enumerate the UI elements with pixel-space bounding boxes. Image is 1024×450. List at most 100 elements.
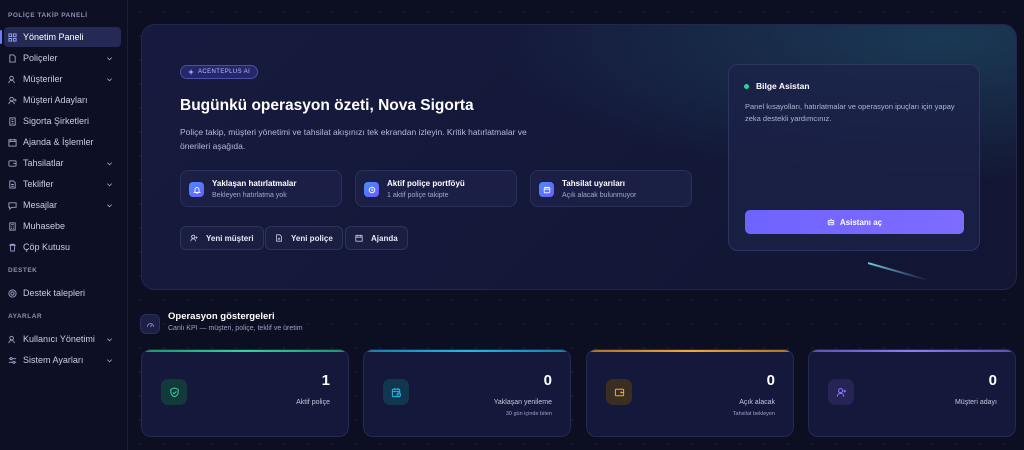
kpi-accent-bar: [142, 350, 348, 352]
online-status-dot: [744, 84, 749, 89]
kpi-label: Yaklaşan yenileme: [493, 399, 552, 406]
sidebar-item-collections[interactable]: Tahsilatlar: [4, 153, 121, 173]
kpi-label: Aktif poliçe: [296, 399, 330, 406]
operations-title: Operasyon göstergeleri: [168, 311, 275, 322]
sidebar-item-label: Müşteri Adayları: [23, 95, 88, 105]
sidebar-item-label: Mesajlar: [23, 200, 58, 210]
sidebar-item-label: Ajanda & İşlemler: [23, 137, 94, 147]
sparkle-icon: [188, 69, 194, 75]
card-title: Yaklaşan hatırlatmalar: [212, 179, 297, 188]
sidebar-item-user-management[interactable]: Kullanıcı Yönetimi: [4, 329, 121, 349]
ai-badge: ACENTEPLUS AI: [180, 65, 259, 79]
kpi-sublabel: Tahsilat bekleyen: [732, 411, 775, 417]
document-icon: [8, 53, 17, 63]
button-label: Yeni poliçe: [291, 233, 333, 243]
card-subtitle: Bekleyen hatırlatma yok: [212, 192, 287, 199]
user-plus-icon: [190, 234, 198, 242]
sidebar-item-insurers[interactable]: Sigorta Şirketleri: [4, 111, 121, 131]
sidebar-item-policies[interactable]: Poliçeler: [4, 48, 121, 68]
sidebar-item-label: Muhasebe: [23, 221, 66, 231]
wallet-icon: [606, 379, 632, 405]
support-icon: [8, 288, 17, 298]
agenda-button[interactable]: Ajanda: [345, 226, 408, 250]
sidebar-item-label: Sistem Ayarları: [23, 355, 84, 365]
bell-icon: [189, 182, 204, 197]
kpi-label: Müşteri adayı: [954, 399, 997, 406]
sidebar-item-agenda[interactable]: Ajanda & İşlemler: [4, 132, 121, 152]
kpi-card-leads[interactable]: 0 Müşteri adayı: [808, 349, 1016, 437]
kpi-value: 0: [766, 372, 775, 389]
users-icon: [8, 335, 17, 344]
shield-check-icon: [161, 379, 187, 405]
gauge-icon: [140, 314, 160, 334]
assistant-description: Panel kısayolları, hatırlatmalar ve oper…: [745, 102, 955, 123]
badge-label: ACENTEPLUS AI: [198, 69, 251, 75]
assistant-panel: Bilge Asistan Panel kısayolları, hatırla…: [728, 64, 980, 251]
card-subtitle: 1 aktif poliçe takipte: [387, 192, 449, 199]
sidebar-item-label: Tahsilatlar: [23, 158, 64, 168]
building-icon: [8, 116, 17, 126]
clock-icon: [364, 182, 379, 197]
active-policies-card[interactable]: Aktif poliçe portföyü 1 aktif poliçe tak…: [355, 170, 517, 207]
kpi-card-upcoming-renewals[interactable]: 0 Yaklaşan yenileme 30 gün içinde biten: [363, 349, 571, 437]
sidebar-item-accounting[interactable]: Muhasebe: [4, 216, 121, 236]
user-plus-icon: [8, 96, 17, 105]
document-plus-icon: [276, 234, 282, 242]
calendar-clock-icon: [383, 379, 409, 405]
settings-icon: [8, 356, 17, 365]
open-assistant-button[interactable]: Asistanı aç: [745, 210, 964, 234]
sidebar-item-leads[interactable]: Müşteri Adayları: [4, 90, 121, 110]
kpi-accent-bar: [809, 350, 1015, 352]
kpi-sublabel: 30 gün içinde biten: [505, 411, 552, 417]
calendar-icon: [355, 234, 363, 242]
sidebar-item-system-settings[interactable]: Sistem Ayarları: [4, 350, 121, 370]
users-icon: [8, 75, 17, 84]
page-title: Bugünkü operasyon özeti, Nova Sigorta: [180, 97, 474, 114]
message-icon: [8, 201, 17, 210]
dashboard-icon: [8, 32, 17, 42]
sidebar-section-settings: AYARLAR: [8, 313, 43, 320]
kpi-accent-bar: [587, 350, 793, 352]
chevron-down-icon[interactable]: [106, 180, 113, 187]
sidebar-item-label: Kullanıcı Yönetimi: [23, 334, 95, 344]
sidebar-item-label: Teklifler: [23, 179, 54, 189]
chevron-down-icon[interactable]: [106, 159, 113, 166]
chevron-down-icon[interactable]: [106, 201, 113, 208]
kpi-card-open-receivables[interactable]: 0 Açık alacak Tahsilat bekleyen: [586, 349, 794, 437]
button-label: Ajanda: [371, 233, 398, 243]
sidebar-item-trash[interactable]: Çöp Kutusu: [4, 237, 121, 257]
card-title: Tahsilat uyarıları: [562, 179, 625, 188]
chevron-down-icon[interactable]: [106, 54, 113, 61]
sidebar-item-offers[interactable]: Teklifler: [4, 174, 121, 194]
chevron-down-icon[interactable]: [106, 335, 113, 342]
wallet-icon: [8, 159, 17, 168]
sidebar-item-label: Yönetim Paneli: [23, 32, 84, 42]
chevron-down-icon[interactable]: [106, 75, 113, 82]
sidebar-item-label: Poliçeler: [23, 53, 58, 63]
sidebar-item-dashboard[interactable]: Yönetim Paneli: [0, 27, 121, 47]
new-customer-button[interactable]: Yeni müşteri: [180, 226, 264, 250]
sidebar-item-customers[interactable]: Müşteriler: [4, 69, 121, 89]
collection-alerts-card[interactable]: Tahsilat uyarıları Açık alacak bulunmuyo…: [530, 170, 692, 207]
new-policy-button[interactable]: Yeni poliçe: [265, 226, 343, 250]
reminders-card[interactable]: Yaklaşan hatırlatmalar Bekleyen hatırlat…: [180, 170, 342, 207]
sidebar-item-label: Müşteriler: [23, 74, 63, 84]
trash-icon: [8, 243, 17, 252]
hero-panel: ACENTEPLUS AI Bugünkü operasyon özeti, N…: [141, 24, 1017, 290]
button-label: Yeni müşteri: [206, 233, 254, 243]
main-content: ACENTEPLUS AI Bugünkü operasyon özeti, N…: [128, 0, 1024, 450]
document-icon: [8, 179, 17, 189]
kpi-card-active-policies[interactable]: 1 Aktif poliçe: [141, 349, 349, 437]
chevron-down-icon[interactable]: [106, 356, 113, 363]
sidebar-item-support-tickets[interactable]: Destek talepleri: [4, 283, 121, 303]
kpi-value: 0: [988, 372, 997, 389]
sidebar-section-support: DESTEK: [8, 267, 38, 274]
kpi-accent-bar: [364, 350, 570, 352]
sidebar-item-messages[interactable]: Mesajlar: [4, 195, 121, 215]
kpi-value: 0: [543, 372, 552, 389]
sidebar-section-policy: POLİÇE TAKİP PANELİ: [8, 12, 88, 19]
sidebar: POLİÇE TAKİP PANELİ Yönetim Paneli Poliç…: [0, 0, 128, 450]
calculator-icon: [8, 221, 17, 231]
button-label: Asistanı aç: [839, 217, 883, 227]
card-subtitle: Açık alacak bulunmuyor: [562, 192, 637, 199]
